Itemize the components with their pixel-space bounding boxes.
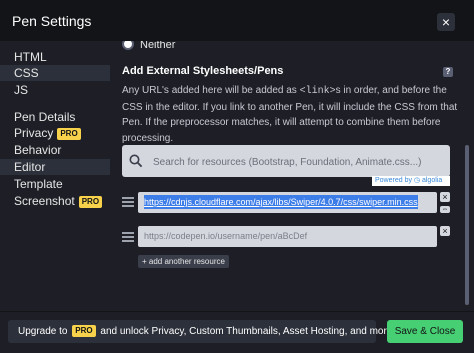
sidebar-item-css[interactable]: CSS: [0, 65, 110, 81]
sidebar-item-template[interactable]: Template: [0, 176, 110, 192]
sidebar-item-screenshot[interactable]: Screenshot PRO: [0, 193, 110, 209]
section-description: Any URL's added here will be added as <l…: [122, 83, 460, 146]
pro-badge: PRO: [72, 325, 96, 337]
sidebar-item-pen-details[interactable]: Pen Details: [0, 109, 110, 125]
sidebar-item-label: JS: [14, 83, 29, 97]
sidebar-item-label: Privacy: [14, 126, 54, 140]
toggle-resource-icon[interactable]: ⇔: [440, 206, 450, 213]
sidebar-item-label: Behavior: [14, 143, 62, 157]
sidebar-item-label: Pen Details: [14, 110, 76, 124]
resource-url-placeholder: https://codepen.io/username/pen/aBcDef: [144, 231, 308, 241]
pro-badge: PRO: [57, 128, 81, 140]
settings-sidebar: HTML CSS JS Pen Details Privacy PRO Behav…: [0, 41, 110, 311]
search-icon: [129, 154, 143, 168]
radio-label: Neither: [140, 41, 176, 51]
close-button[interactable]: ×: [437, 13, 455, 31]
modal-footer: Upgrade to PRO and unlock Privacy, Custo…: [0, 311, 474, 353]
algolia-label: algolia: [421, 177, 443, 184]
sidebar-item-label: Editor: [14, 160, 46, 174]
modal-header: Pen Settings ×: [0, 1, 474, 41]
pro-badge: PRO: [78, 196, 103, 208]
sidebar-item-behavior[interactable]: Behavior: [0, 142, 110, 158]
powered-by-text: Powered by: [375, 177, 412, 184]
modal-title: Pen Settings: [12, 13, 92, 29]
sidebar-item-label: Template: [14, 177, 63, 191]
radio-option-neither[interactable]: Neither: [122, 41, 175, 51]
sidebar-item-label: Screenshot: [14, 194, 75, 208]
sidebar-item-label: CSS: [14, 66, 39, 80]
resource-search-box: [122, 145, 450, 179]
algolia-icon: ◷: [413, 177, 421, 184]
sidebar-item-js[interactable]: JS: [0, 82, 110, 98]
powered-by-algolia[interactable]: Powered by ◷ algolia: [372, 176, 450, 186]
description-code: <link>: [299, 86, 336, 97]
upgrade-suffix: and unlock Privacy, Custom Thumbnails, A…: [100, 326, 396, 337]
content-scrollbar[interactable]: [465, 145, 469, 305]
save-close-button[interactable]: Save & Close: [387, 320, 463, 343]
add-resource-button[interactable]: + add another resource: [138, 255, 229, 268]
sidebar-item-privacy[interactable]: Privacy PRO: [0, 125, 110, 141]
resource-url-text: https://cdnjs.cloudflare.com/ajax/libs/S…: [144, 195, 418, 209]
remove-resource-button[interactable]: ×: [440, 192, 450, 202]
pen-settings-modal: Pen Settings × HTML CSS JS Pen Details P…: [0, 0, 474, 353]
remove-resource-button[interactable]: ×: [440, 226, 450, 236]
resource-url-field[interactable]: https://cdnjs.cloudflare.com/ajax/libs/S…: [138, 192, 437, 213]
section-title: Add External Stylesheets/Pens: [122, 65, 284, 77]
sidebar-item-html[interactable]: HTML: [0, 49, 110, 65]
upgrade-button[interactable]: Upgrade to PRO and unlock Privacy, Custo…: [8, 320, 395, 343]
settings-content: Neither Add External Stylesheets/Pens ? …: [110, 41, 465, 311]
upgrade-prefix: Upgrade to: [18, 326, 68, 337]
description-text: Any URL's added here will be added as: [122, 85, 300, 96]
radio-button[interactable]: [122, 41, 134, 50]
help-icon[interactable]: ?: [443, 67, 453, 77]
drag-handle-icon[interactable]: [122, 232, 134, 242]
drag-handle-icon[interactable]: [122, 197, 134, 207]
sidebar-item-editor[interactable]: Editor: [0, 159, 110, 175]
sidebar-item-label: HTML: [14, 50, 47, 64]
resource-search-input[interactable]: [151, 145, 445, 179]
resource-url-field[interactable]: https://codepen.io/username/pen/aBcDef: [138, 226, 437, 247]
